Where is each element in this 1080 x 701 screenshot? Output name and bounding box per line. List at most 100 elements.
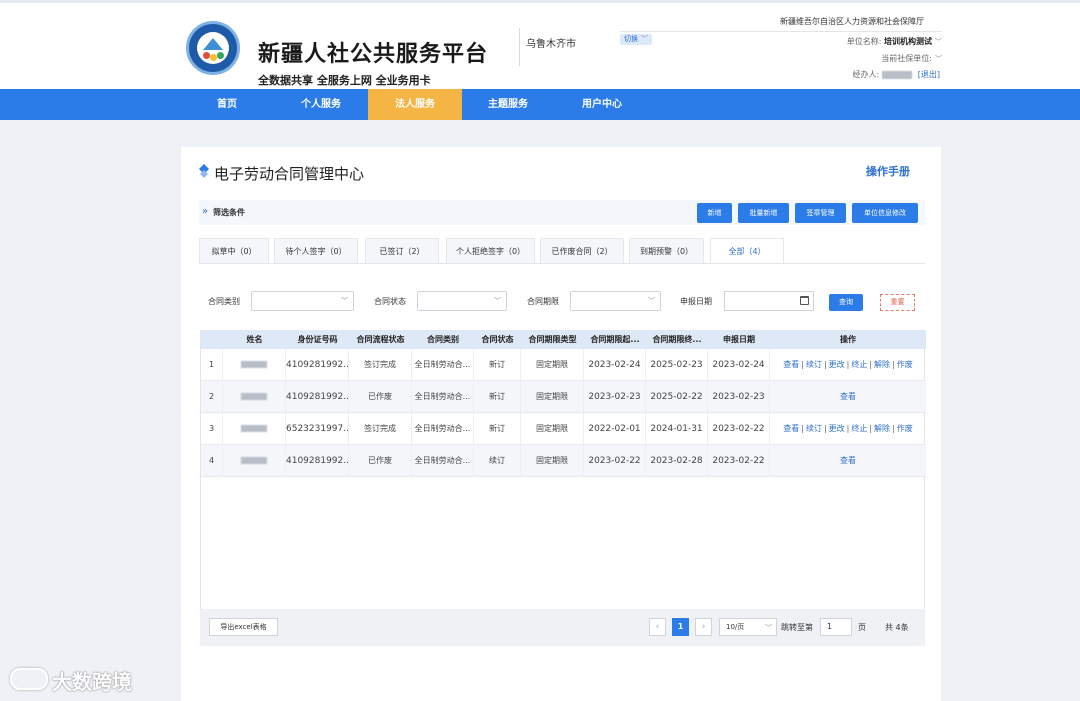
tab-all[interactable]: 全部（4）	[710, 238, 784, 263]
double-chevron-right-icon: »	[202, 206, 209, 217]
row-index: 3	[201, 413, 223, 445]
report-date-input[interactable]	[724, 291, 814, 311]
nav-theme-service[interactable]: 主题服务	[472, 89, 544, 120]
row-name-redacted	[223, 445, 286, 477]
goto-label: 跳转至第	[781, 623, 813, 632]
logo-dot-icon	[217, 52, 224, 59]
row-id-number: 4109281992...	[286, 381, 349, 413]
view-link[interactable]: 查看	[783, 360, 799, 369]
switch-label: 切换	[624, 35, 638, 43]
diamond-icon	[199, 164, 209, 178]
renew-link[interactable]: 续订	[806, 360, 822, 369]
change-link[interactable]: 更改	[829, 424, 845, 433]
chevron-down-icon: ﹀	[494, 297, 501, 305]
nav-user-center[interactable]: 用户中心	[566, 89, 638, 120]
tab-pending-sign[interactable]: 待个人签字（0）	[274, 238, 358, 263]
row-contract-status: 新订	[474, 349, 521, 381]
row-report-date: 2023-02-22	[708, 413, 770, 445]
row-term-start: 2022-02-01	[584, 413, 646, 445]
pagination-bar: 导出excel表格 ‹ 1 › 10/页 ﹀ 跳转至第 1 页 共 4条	[200, 609, 925, 646]
col-report-date: 申报日期	[723, 335, 755, 344]
social-unit-selector[interactable]: 当前社保单位: ﹀	[881, 53, 942, 64]
chevron-down-icon: ﹀	[648, 297, 655, 305]
logout-link[interactable]: [退出]	[918, 70, 940, 79]
row-contract-status: 新订	[474, 381, 521, 413]
terminate-link[interactable]: 终止	[851, 424, 867, 433]
view-link[interactable]: 查看	[783, 424, 799, 433]
goto-page-input[interactable]: 1	[820, 618, 852, 636]
sign-management-button[interactable]: 签章管理	[795, 203, 846, 223]
nav-corporate-service[interactable]: 法人服务	[368, 89, 462, 120]
col-index	[201, 330, 223, 349]
add-button[interactable]: 新增	[697, 203, 732, 223]
header: 新疆人社公共服务平台 全数据共享 全服务上网 全业务用卡 乌鲁木齐市 切换 ﹀ 新…	[0, 0, 1080, 89]
unit-info-edit-button[interactable]: 单位信息修改	[852, 203, 918, 223]
tab-signed[interactable]: 已签订（2）	[365, 238, 439, 263]
col-contract-type: 合同类别	[427, 335, 459, 344]
unit-value: 培训机构测试	[884, 37, 932, 46]
row-id-number: 4109281992...	[286, 445, 349, 477]
row-index: 4	[201, 445, 223, 477]
row-actions: 查看	[770, 381, 926, 413]
terminate-link[interactable]: 终止	[851, 360, 867, 369]
col-term-end: 合同期限终...	[652, 335, 702, 344]
site-slogan: 全数据共享 全服务上网 全业务用卡	[258, 74, 431, 87]
row-term-type: 固定期限	[521, 413, 584, 445]
main-nav: 首页 个人服务 法人服务 主题服务 用户中心	[0, 89, 1080, 120]
name-mask	[241, 457, 267, 464]
top-border	[0, 0, 1080, 3]
filter-label: 筛选条件	[213, 208, 245, 217]
tab-drafting[interactable]: 拟草中（0）	[199, 238, 269, 263]
col-contract-status: 合同状态	[481, 335, 514, 344]
city-switch-button[interactable]: 切换 ﹀	[620, 34, 652, 45]
next-page-button[interactable]: ›	[695, 618, 712, 636]
agent-name-redacted	[881, 70, 912, 79]
contract-status-select[interactable]: ﹀	[417, 291, 507, 311]
contract-type-select[interactable]: ﹀	[251, 291, 354, 311]
row-term-type: 固定期限	[521, 381, 584, 413]
prev-page-button[interactable]: ‹	[649, 618, 666, 636]
nav-home[interactable]: 首页	[191, 89, 263, 120]
tab-voided[interactable]: 已作废合同（2）	[540, 238, 624, 263]
row-actions: 查看	[770, 445, 926, 477]
change-link[interactable]: 更改	[829, 360, 845, 369]
row-flow-status: 已作废	[349, 445, 412, 477]
tab-rejected[interactable]: 个人拒绝签字（0）	[446, 238, 535, 263]
logo-dot-icon	[203, 52, 210, 59]
name-mask	[241, 393, 267, 400]
contract-management-panel: 电子劳动合同管理中心 操作手册 » 筛选条件 新增 批量新增 签章管理 单位信息…	[181, 147, 941, 701]
export-excel-button[interactable]: 导出excel表格	[209, 618, 278, 636]
page-size-select[interactable]: 10/页 ﹀	[719, 618, 777, 636]
agent-label: 经办人:	[852, 70, 880, 79]
row-term-start: 2023-02-22	[584, 445, 646, 477]
query-button[interactable]: 查询	[829, 294, 863, 311]
row-flow-status: 已作废	[349, 381, 412, 413]
site-logo[interactable]	[186, 21, 240, 75]
current-page-button[interactable]: 1	[672, 618, 689, 636]
view-link[interactable]: 查看	[840, 456, 856, 465]
tab-expiry-warning[interactable]: 到期预警（0）	[629, 238, 704, 263]
unit-selector[interactable]: 单位名称: 培训机构测试 ﹀	[847, 36, 942, 47]
row-contract-type: 全日制劳动合...	[412, 381, 474, 413]
row-term-end: 2023-02-28	[646, 445, 708, 477]
row-actions: 查看 | 续订 | 更改 | 终止 | 解除 | 作废	[783, 424, 913, 433]
nav-personal-service[interactable]: 个人服务	[285, 89, 357, 120]
row-term-start: 2023-02-24	[584, 349, 646, 381]
batch-add-button[interactable]: 批量新增	[738, 203, 789, 223]
agent-info: 经办人: [退出]	[853, 69, 941, 80]
page-size-value: 10/页	[726, 623, 745, 631]
void-link[interactable]: 作废	[897, 424, 913, 433]
void-link[interactable]: 作废	[897, 360, 913, 369]
cancel-link[interactable]: 解除	[874, 424, 890, 433]
chevron-down-icon: ﹀	[341, 297, 348, 305]
header-divider	[519, 28, 520, 66]
chevron-down-icon: ﹀	[641, 35, 648, 43]
site-title: 新疆人社公共服务平台	[258, 42, 489, 67]
renew-link[interactable]: 续订	[806, 424, 822, 433]
view-link[interactable]: 查看	[840, 392, 856, 401]
contract-term-select[interactable]: ﹀	[570, 291, 661, 311]
cancel-link[interactable]: 解除	[874, 360, 890, 369]
reset-button[interactable]: 重置	[880, 294, 915, 311]
contract-table: 姓名 身份证号码 合同流程状态 合同类别 合同状态 合同期限类型 合同期限起..…	[200, 330, 926, 646]
manual-link[interactable]: 操作手册	[866, 163, 910, 179]
